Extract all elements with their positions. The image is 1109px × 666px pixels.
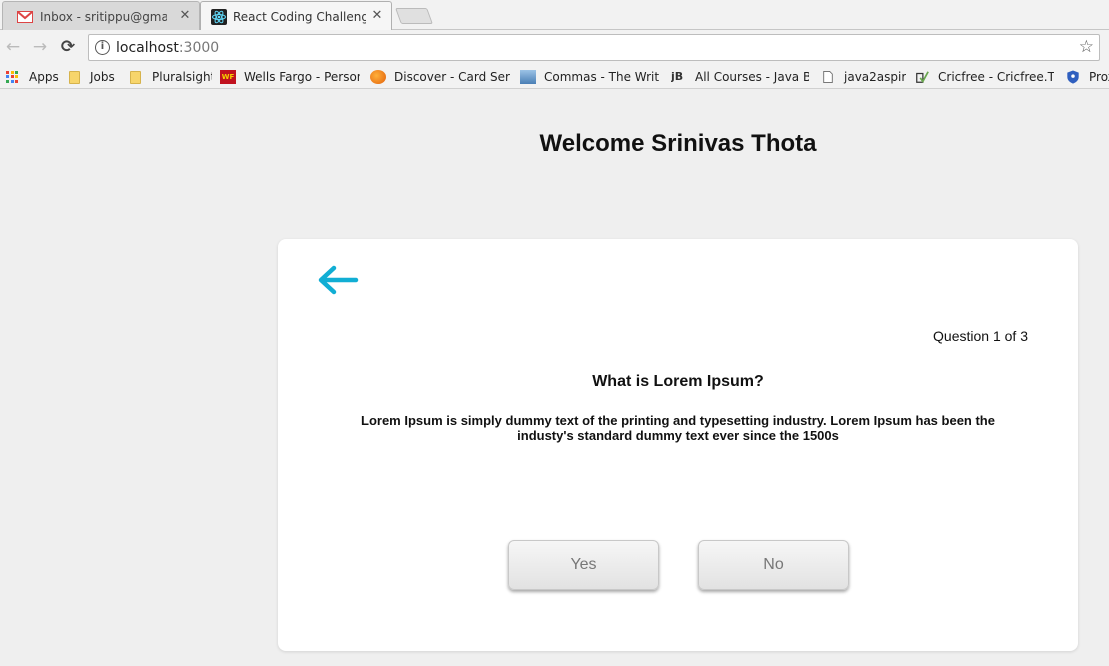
question-card: Question 1 of 3 What is Lorem Ipsum? Lor… [278, 239, 1078, 651]
tab-strip: Inbox - sritippu@gmail.c ✕ React Coding … [0, 0, 1109, 31]
url-host: localhost [116, 40, 179, 56]
forward-nav-icon[interactable]: → [30, 37, 50, 57]
bookmark-discover[interactable]: Discover - Card Servic [370, 68, 510, 86]
close-icon[interactable]: ✕ [177, 8, 193, 23]
welcome-heading: Welcome Srinivas Thota [539, 130, 817, 157]
bookmark-commas[interactable]: Commas - The Writin [520, 68, 660, 86]
bookmark-label: Commas - The Writin [544, 70, 660, 84]
bookmark-java2aspire[interactable]: java2aspire [822, 68, 906, 86]
bookmark-label: Prox [1089, 70, 1109, 84]
bookmark-label: All Courses - Java Bra [695, 70, 809, 84]
bookmark-wells-fargo[interactable]: WF Wells Fargo - Persona [220, 68, 360, 86]
gmail-icon [17, 10, 33, 23]
bookmark-apps[interactable]: Apps [6, 68, 62, 86]
wells-fargo-icon: WF [220, 70, 236, 84]
site-info-icon[interactable]: i [95, 40, 110, 55]
commas-icon [520, 70, 536, 84]
bookmark-jobs[interactable]: Jobs [69, 68, 121, 86]
bookmarks-bar: Apps Jobs Pluralsight WF Wells Fargo - P… [0, 64, 1109, 89]
bookmark-star-icon[interactable]: ☆ [1079, 37, 1094, 57]
url-port: :3000 [178, 40, 220, 56]
toolbar: ← → ⟳ i localhost:3000 ☆ [0, 30, 1109, 64]
tab-react[interactable]: React Coding Challenge ✕ [200, 1, 392, 31]
bookmark-pluralsight[interactable]: Pluralsight [130, 68, 212, 86]
question-title: What is Lorem Ipsum? [592, 373, 764, 390]
address-bar[interactable]: i localhost:3000 ☆ [88, 34, 1100, 61]
new-tab-button[interactable] [395, 8, 433, 24]
bookmark-prox[interactable]: Prox [1066, 68, 1109, 86]
cricfree-icon [916, 71, 929, 83]
bookmark-cricfree[interactable]: Cricfree - Cricfree.Tv - [914, 68, 1054, 86]
question-counter: Question 1 of 3 [933, 328, 1028, 344]
close-icon[interactable]: ✕ [369, 8, 385, 23]
discover-icon [370, 70, 386, 84]
bookmark-label: Discover - Card Servic [394, 70, 510, 84]
bookmark-label: Pluralsight [152, 70, 212, 84]
react-icon [211, 8, 227, 25]
question-text: Lorem Ipsum is simply dummy text of the … [361, 413, 995, 443]
reload-icon[interactable]: ⟳ [58, 37, 78, 57]
url-text[interactable]: localhost:3000 [116, 40, 219, 56]
bookmark-label: java2aspire [844, 70, 906, 84]
tab-gmail[interactable]: Inbox - sritippu@gmail.c ✕ [2, 1, 200, 30]
no-button[interactable]: No [698, 540, 849, 590]
tab-title: React Coding Challenge [233, 9, 366, 24]
jb-icon: jB [671, 70, 684, 83]
folder-icon [69, 70, 80, 84]
bookmark-label: Apps [29, 70, 59, 84]
back-nav-icon[interactable]: ← [3, 37, 23, 57]
apps-grid-icon [6, 70, 20, 84]
page-content: Welcome Srinivas Thota Question 1 of 3 W… [0, 90, 1109, 666]
yes-button[interactable]: Yes [508, 540, 659, 590]
shield-icon [1067, 70, 1079, 84]
tab-title: Inbox - sritippu@gmail.c [40, 9, 167, 24]
folder-icon [130, 70, 141, 84]
bookmark-all-courses[interactable]: jB All Courses - Java Bra [671, 68, 809, 86]
page-icon [823, 71, 833, 83]
bookmark-label: Cricfree - Cricfree.Tv - [938, 70, 1054, 84]
back-arrow-icon[interactable] [316, 263, 360, 297]
bookmark-label: Wells Fargo - Persona [244, 70, 360, 84]
bookmark-label: Jobs [90, 70, 115, 84]
